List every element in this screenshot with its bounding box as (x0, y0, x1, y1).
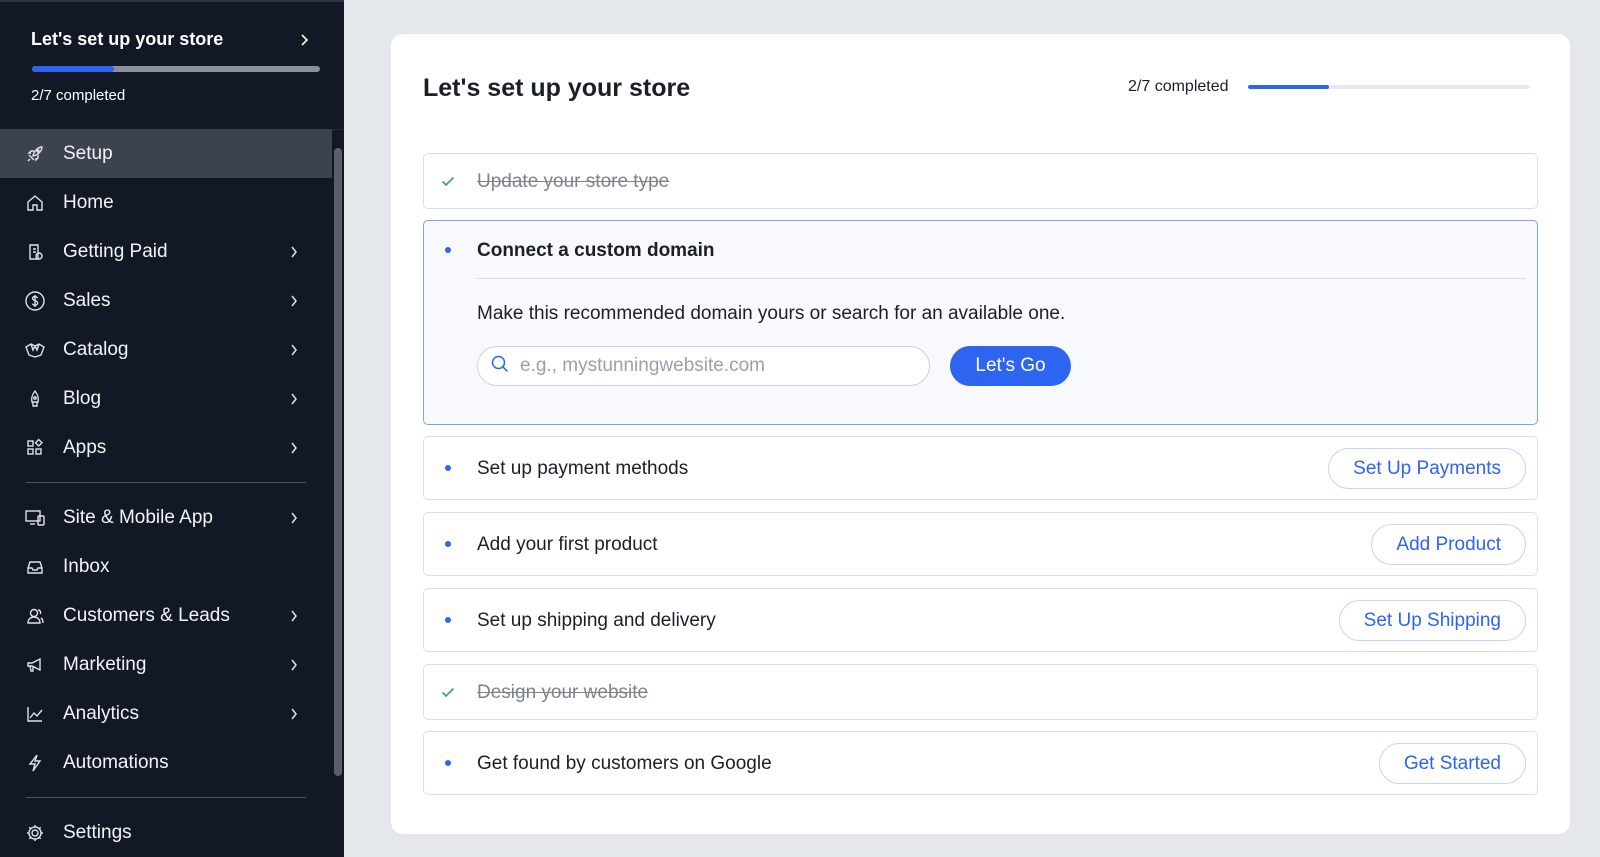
sidebar-item-label: Sales (63, 289, 111, 311)
task-label: Get found by customers on Google (477, 753, 772, 774)
task-label: Connect a custom domain (477, 240, 715, 261)
page-title: Let's set up your store (423, 74, 691, 102)
task-payment-methods[interactable]: Set up payment methods Set Up Payments (423, 436, 1538, 500)
sidebar-item-customers-leads[interactable]: Customers & Leads (0, 591, 332, 640)
inbox-icon (24, 556, 46, 578)
sidebar-item-label: Getting Paid (63, 240, 168, 262)
sidebar-item-site-mobile-app[interactable]: Site & Mobile App (0, 493, 332, 542)
lets-go-button[interactable]: Let's Go (950, 346, 1071, 386)
gear-icon (24, 822, 46, 844)
sidebar-item-label: Automations (63, 751, 169, 773)
task-design-website[interactable]: Design your website (423, 664, 1538, 720)
sidebar-item-settings[interactable]: Settings (0, 808, 332, 857)
sidebar-item-sales[interactable]: Sales (0, 276, 332, 325)
sidebar-item-setup[interactable]: Setup (0, 129, 332, 178)
chevron-right-icon (290, 493, 298, 542)
sidebar-progress-fill (32, 66, 115, 72)
sidebar-item-home[interactable]: Home (0, 178, 332, 227)
task-label: Set up shipping and delivery (477, 610, 716, 631)
sidebar-item-marketing[interactable]: Marketing (0, 640, 332, 689)
task-label: Update your store type (477, 171, 670, 192)
sidebar-nav: Setup Home Getting Paid Sales Catalog Bl… (0, 129, 332, 857)
sidebar-item-label: Analytics (63, 702, 140, 724)
chevron-right-icon (290, 640, 298, 689)
setup-checklist-card: Let's set up your store 2/7 completed Up… (391, 34, 1570, 834)
sidebar-item-inbox[interactable]: Inbox (0, 542, 332, 591)
sidebar-progress-label: 2/7 completed (31, 87, 126, 104)
bullet-dot (440, 242, 456, 258)
megaphone-icon (24, 654, 46, 676)
rocket-icon (24, 143, 46, 165)
chevron-right-icon (290, 227, 298, 276)
task-label: Design your website (477, 682, 649, 703)
task-description: Make this recommended domain yours or se… (477, 303, 1066, 324)
get-started-button[interactable]: Get Started (1378, 743, 1526, 784)
bullet-dot (440, 460, 456, 476)
task-label: Set up payment methods (477, 458, 689, 479)
progress-bar (1248, 85, 1530, 89)
task-divider (477, 278, 1526, 279)
customers-icon (24, 605, 46, 627)
pen-icon (24, 388, 46, 410)
progress-bar-fill (1248, 85, 1329, 89)
chevron-right-icon (290, 591, 298, 640)
task-shipping-delivery[interactable]: Set up shipping and delivery Set Up Ship… (423, 588, 1538, 652)
sidebar-scrollbar[interactable] (334, 148, 342, 776)
sidebar-item-label: Marketing (63, 653, 147, 675)
chevron-right-icon (290, 374, 298, 423)
bullet-dot (440, 612, 456, 628)
sidebar-item-blog[interactable]: Blog (0, 374, 332, 423)
chevron-right-icon (290, 276, 298, 325)
chevron-right-icon (290, 689, 298, 738)
sidebar-item-automations[interactable]: Automations (0, 738, 332, 787)
sidebar-item-label: Setup (63, 142, 113, 164)
progress-label: 2/7 completed (1128, 78, 1229, 95)
sidebar-progress-bar (32, 66, 320, 72)
search-icon (490, 354, 510, 379)
sidebar-item-label: Customers & Leads (63, 604, 230, 626)
receipt-icon (24, 241, 46, 263)
sidebar-item-label: Home (63, 191, 114, 213)
set-up-shipping-button[interactable]: Set Up Shipping (1338, 600, 1526, 641)
sidebar-item-label: Settings (63, 821, 132, 843)
analytics-icon (24, 703, 46, 725)
sidebar-divider (26, 482, 306, 483)
home-icon (24, 192, 46, 214)
sidebar-item-analytics[interactable]: Analytics (0, 689, 332, 738)
sidebar-item-label: Inbox (63, 555, 110, 577)
task-update-store-type[interactable]: Update your store type (423, 153, 1538, 209)
setup-header-title: Let's set up your store (31, 29, 224, 49)
devices-icon (24, 507, 46, 529)
sidebar-item-getting-paid[interactable]: Getting Paid (0, 227, 332, 276)
checkmark-icon (440, 173, 456, 189)
sidebar-item-catalog[interactable]: Catalog (0, 325, 332, 374)
chevron-right-icon (290, 325, 298, 374)
domain-search-field[interactable] (477, 346, 930, 386)
domain-search-input[interactable] (520, 355, 920, 377)
sidebar: Let's set up your store 2/7 completed Se… (0, 0, 344, 857)
apps-icon (24, 437, 46, 459)
sidebar-item-label: Catalog (63, 338, 129, 360)
sidebar-item-label: Apps (63, 436, 107, 458)
task-google-seo[interactable]: Get found by customers on Google Get Sta… (423, 731, 1538, 795)
catalog-icon (24, 339, 46, 361)
chevron-right-icon (290, 423, 298, 472)
add-product-button[interactable]: Add Product (1371, 524, 1526, 565)
setup-progress-header[interactable]: Let's set up your store 2/7 completed (0, 0, 344, 130)
set-up-payments-button[interactable]: Set Up Payments (1328, 448, 1526, 489)
sidebar-item-label: Blog (63, 387, 102, 409)
sidebar-divider (26, 797, 306, 798)
chevron-right-icon[interactable] (300, 29, 316, 51)
dollar-icon (24, 290, 46, 312)
checkmark-icon (440, 684, 456, 700)
sidebar-item-apps[interactable]: Apps (0, 423, 332, 472)
task-label: Add your first product (477, 534, 658, 555)
bullet-dot (440, 755, 456, 771)
lightning-icon (24, 752, 46, 774)
sidebar-item-label: Site & Mobile App (63, 506, 213, 528)
task-first-product[interactable]: Add your first product Add Product (423, 512, 1538, 576)
task-connect-domain[interactable]: Connect a custom domain Make this recomm… (423, 220, 1538, 425)
bullet-dot (440, 536, 456, 552)
